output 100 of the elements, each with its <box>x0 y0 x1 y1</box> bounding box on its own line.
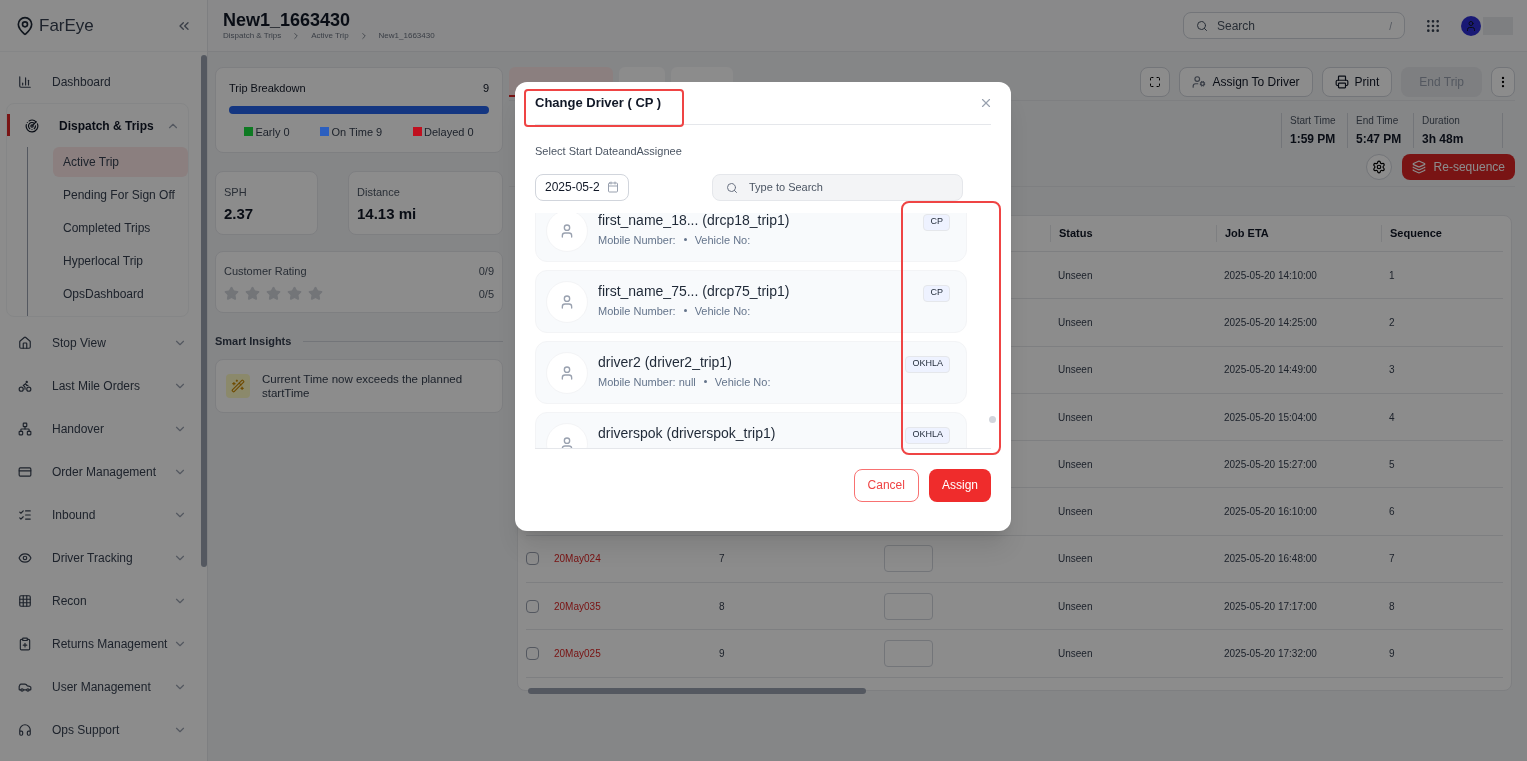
avatar-icon <box>546 351 588 394</box>
sidebar-item[interactable]: Handover <box>0 407 195 450</box>
legend-label: On Time 9 <box>331 124 383 140</box>
close-button[interactable] <box>979 96 993 110</box>
table-cell-text: 2025-05-20 17:17:00 <box>1223 599 1318 614</box>
input-field[interactable] <box>884 545 933 573</box>
sidebar-item[interactable]: Dispatch & Trips <box>7 104 188 147</box>
driver-name: first_name_75... (drcp75_trip1) <box>598 282 791 300</box>
table-cell-text: 9 <box>719 647 726 661</box>
table-cell-text: 2025-05-20 14:49:00 <box>1223 363 1318 378</box>
sidebar-item[interactable]: Ops Support <box>0 708 195 751</box>
user-gear-icon <box>1192 75 1207 89</box>
driver-card[interactable]: driver2 (driver2_trip1) Mobile Number: null Vehicle No: OKHLA <box>535 340 967 404</box>
time-label: End Time <box>1356 114 1400 128</box>
more-button[interactable] <box>1491 67 1515 97</box>
assign-button[interactable]: Assign <box>928 468 991 502</box>
dialog-title: Change Driver ( CP ) <box>535 94 662 113</box>
scrollbar-thumb[interactable] <box>528 688 866 694</box>
apps-grid-icon[interactable] <box>1425 17 1441 34</box>
avatar-icon <box>546 280 588 323</box>
order-link[interactable]: 20May024 <box>554 551 719 567</box>
mobile-number: Mobile Number: <box>598 232 676 248</box>
sidebar-item[interactable]: Returns Management <box>0 622 195 665</box>
table-cell-text: Unseen <box>1057 599 1094 614</box>
stat-label: Distance <box>357 185 401 200</box>
row-checkbox[interactable] <box>526 552 539 566</box>
breadcrumb-link[interactable]: Active Trip <box>311 29 349 42</box>
driver-card[interactable]: first_name_18... (drcp18_trip1) Mobile Number: Vehicle No: CP <box>535 212 967 262</box>
fullscreen-button[interactable] <box>1140 67 1171 97</box>
bar-chart-icon <box>18 74 32 89</box>
settings-button[interactable] <box>1365 154 1392 180</box>
breadcrumb-link[interactable]: Dispatch & Trips <box>223 29 282 42</box>
row-checkbox[interactable] <box>526 599 539 613</box>
submenu-item[interactable]: Hyperlocal Trip <box>53 246 188 276</box>
table-cell-text: 6 <box>1388 505 1396 520</box>
section-title: Smart Insights <box>215 334 292 349</box>
table-cell-text: 5 <box>1388 457 1396 472</box>
row-checkbox[interactable] <box>526 647 539 660</box>
assign-driver-button[interactable]: Assign To Driver <box>1179 67 1313 97</box>
sidebar-item[interactable]: Recon <box>0 579 195 622</box>
table-cell-text: 1 <box>1388 268 1396 283</box>
sidebar-item[interactable]: Dashboard <box>0 60 195 103</box>
sidebar-item[interactable]: Last Mile Orders <box>0 364 195 407</box>
hub-tag: OKHLA <box>905 426 950 444</box>
trip-count: 9 <box>482 81 489 96</box>
table-cell-text: Unseen <box>1057 315 1094 330</box>
table-cell-text: 2025-05-20 14:10:00 <box>1223 268 1318 283</box>
input-field[interactable] <box>884 592 933 620</box>
table-cell-text: 3 <box>1388 363 1396 378</box>
driver-name: first_name_18... (drcp18_trip1) <box>598 212 791 229</box>
driver-card[interactable]: driverspok (driverspok_trip1) OKHLA <box>535 411 967 448</box>
cancel-button[interactable]: Cancel <box>853 468 919 502</box>
rating-score: 0/5 <box>478 286 494 302</box>
resequence-button[interactable]: Re-sequence <box>1401 154 1515 180</box>
input-field[interactable] <box>884 640 933 667</box>
logo-icon <box>15 15 35 36</box>
time-value: 3h 48m <box>1422 131 1465 148</box>
table-cell-text: 2 <box>1388 315 1396 330</box>
submenu-item[interactable]: Pending For Sign Off <box>53 180 188 210</box>
date-field[interactable]: 2025-05-2 <box>535 173 629 201</box>
order-link[interactable]: 20May025 <box>554 646 719 661</box>
table-cell-text: 9 <box>1388 647 1396 661</box>
submenu-item[interactable]: OpsDashboard <box>53 279 188 309</box>
sidebar-item[interactable]: Order Management <box>0 450 195 493</box>
driver-name: driver2 (driver2_trip1) <box>598 353 733 371</box>
avatar-icon <box>546 212 588 252</box>
grid-icon <box>18 593 32 608</box>
print-button[interactable]: Print <box>1321 67 1393 97</box>
scrollbar-thumb[interactable] <box>989 415 996 423</box>
star-icon <box>224 286 239 302</box>
table-cell-text: 4 <box>1388 410 1396 425</box>
time-label: Duration <box>1422 114 1461 128</box>
fullscreen-icon <box>1149 76 1162 88</box>
star-icon <box>308 286 323 302</box>
insight-text: Current Time now exceeds the planned startTime <box>262 371 464 400</box>
driver-card[interactable]: first_name_75... (drcp75_trip1) Mobile Number: Vehicle No: CP <box>535 269 967 333</box>
time-value: 1:59 PM <box>1290 131 1337 148</box>
search-field[interactable]: Type to Search <box>712 173 963 201</box>
avatar-icon[interactable] <box>1461 15 1481 36</box>
table-cell-text: 2025-05-20 15:04:00 <box>1223 410 1318 425</box>
calendar-icon <box>607 181 619 193</box>
breadcrumb-link[interactable]: New1_1663430 <box>378 29 435 42</box>
hub-tag: CP <box>923 284 950 302</box>
table-cell-text: Unseen <box>1057 552 1094 567</box>
scrollbar-thumb[interactable] <box>201 55 207 567</box>
sidebar-item[interactable]: User Management <box>0 665 195 708</box>
list-check-icon <box>18 507 32 522</box>
submenu-item[interactable]: Active Trip <box>53 147 188 177</box>
stat-value: 14.13 mi <box>357 203 418 224</box>
bike-icon <box>18 378 32 393</box>
submenu-item[interactable]: Completed Trips <box>53 213 188 243</box>
table-cell-text: 2025-05-20 17:32:00 <box>1223 647 1318 661</box>
sidebar-item[interactable]: Driver Tracking <box>0 536 195 579</box>
eye-icon <box>18 550 32 565</box>
sidebar-item[interactable]: Stop View <box>0 321 195 364</box>
sidebar-item[interactable]: Inbound <box>0 493 195 536</box>
network-icon <box>18 421 32 436</box>
table-cell-text: 2025-05-20 15:27:00 <box>1223 457 1318 472</box>
order-link[interactable]: 20May035 <box>554 598 719 614</box>
clipboard-icon <box>18 636 32 651</box>
